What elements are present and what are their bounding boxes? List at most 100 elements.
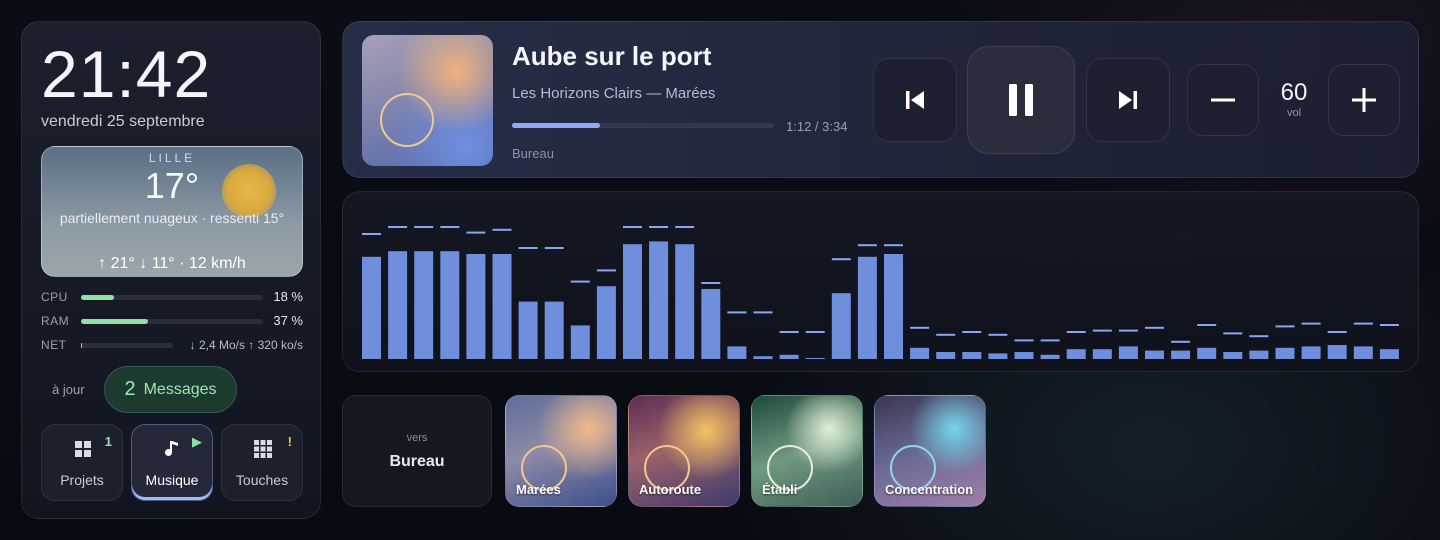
spectrum-bar xyxy=(1145,350,1164,359)
messages-label: Messages xyxy=(143,380,217,398)
spectrum-peak xyxy=(701,282,721,284)
app-label: Musique xyxy=(145,472,199,488)
cpu-value: 18 % xyxy=(273,289,303,304)
weather-city: LILLE xyxy=(148,151,196,165)
spectrum-bar xyxy=(988,353,1008,359)
volume-down-button[interactable] xyxy=(1187,64,1259,136)
spectrum-bar xyxy=(1040,354,1060,359)
spectrum-peak xyxy=(1066,331,1086,333)
minus-icon xyxy=(1211,98,1235,102)
spectrum-peak xyxy=(1014,339,1034,342)
spectrum-peak xyxy=(1379,324,1399,326)
sync-status: à jour xyxy=(52,382,85,397)
destination-name: Bureau xyxy=(389,453,445,470)
volume-up-button[interactable] xyxy=(1328,64,1400,136)
now-playing-panel: Aube sur le port Les Horizons Clairs — M… xyxy=(342,21,1419,178)
spectrum-peak xyxy=(518,247,538,249)
app-tile-projets[interactable]: 1 Projets xyxy=(41,424,123,501)
progress-bar[interactable] xyxy=(512,123,774,128)
skip-next-icon xyxy=(1119,91,1137,109)
spectrum-peak xyxy=(779,331,799,333)
app-label: Projets xyxy=(60,472,104,488)
spectrum-bar xyxy=(675,244,695,359)
previous-button[interactable] xyxy=(873,58,957,142)
spectrum-bar xyxy=(1223,352,1243,359)
app-badge: 1 xyxy=(104,434,112,449)
spectrum-peak xyxy=(362,233,381,235)
spectrum-peak xyxy=(1092,329,1112,332)
spectrum-peak xyxy=(570,280,590,283)
spectrum-bar xyxy=(831,293,851,359)
spectrum-peak xyxy=(1223,332,1243,335)
ram-meter-fill xyxy=(81,319,149,324)
pause-button[interactable] xyxy=(967,46,1075,154)
spectrum-peak xyxy=(727,311,747,314)
spectrum-peak xyxy=(440,226,460,228)
scene-marees[interactable]: Marées xyxy=(505,395,617,507)
app-badge: ! xyxy=(287,434,292,449)
spectrum-peak xyxy=(414,226,434,228)
app-tile-musique[interactable]: ▶ Musique xyxy=(131,424,213,501)
spectrum-bar xyxy=(910,347,930,359)
plus-icon xyxy=(1352,88,1376,112)
cpu-meter-fill xyxy=(81,295,114,300)
date-label: vendredi 25 septembre xyxy=(41,113,205,130)
ram-meter xyxy=(81,319,263,324)
clock: 21:42 xyxy=(41,37,212,111)
spectrum-bar xyxy=(1118,346,1138,359)
scene-etabli[interactable]: Établi xyxy=(751,395,863,507)
spectrum-peak xyxy=(1197,324,1217,326)
net-meter-fill xyxy=(81,343,82,348)
spectrum-bar xyxy=(1197,347,1217,359)
spectrum-bar xyxy=(518,301,538,359)
output-room: Bureau xyxy=(512,146,554,161)
spectrum-peak xyxy=(910,326,930,329)
next-button[interactable] xyxy=(1086,58,1170,142)
spectrum-peak xyxy=(466,231,486,234)
spectrum-peak xyxy=(1171,340,1191,343)
spectrum-bar xyxy=(1353,346,1373,359)
spectrum-bar xyxy=(1014,352,1034,359)
spectrum-bar xyxy=(570,325,590,359)
app-label: Touches xyxy=(235,472,289,488)
spectrum-peak xyxy=(988,333,1008,336)
spectrum-peak xyxy=(1249,335,1269,338)
cpu-label: CPU xyxy=(41,290,68,304)
album-cover xyxy=(362,35,493,166)
keypad-icon xyxy=(254,440,272,458)
spectrum-peak xyxy=(1145,326,1164,329)
spectrum-bar xyxy=(1379,349,1399,359)
spectrum-bar xyxy=(727,346,747,359)
app-tile-touches[interactable]: ! Touches xyxy=(221,424,303,501)
weather-minmax-wind: ↑ 21° ↓ 11° · 12 km/h xyxy=(98,255,246,272)
spectrum-bar xyxy=(596,286,616,359)
messages-count: 2 xyxy=(124,378,136,400)
weather-temperature: 17° xyxy=(144,165,200,206)
spectrum-peak xyxy=(1275,325,1295,328)
scene-autoroute[interactable]: Autoroute xyxy=(628,395,740,507)
audio-visualizer xyxy=(342,191,1419,372)
ram-value: 37 % xyxy=(273,313,303,328)
destination-card[interactable]: vers Bureau xyxy=(342,395,492,507)
spectrum-peak xyxy=(544,247,564,249)
spectrum-bar xyxy=(362,256,381,359)
spectrum-bar xyxy=(492,254,512,359)
track-time: 1:12 / 3:34 xyxy=(786,119,848,134)
ram-label: RAM xyxy=(41,314,70,328)
cpu-stat: CPU 18 % xyxy=(41,289,303,306)
progress-fill xyxy=(512,123,601,128)
spectrum-bar xyxy=(936,352,956,359)
track-artist: Les Horizons Clairs — Marées xyxy=(512,85,716,102)
weather-card[interactable]: LILLE 17° partiellement nuageux · ressen… xyxy=(41,146,303,277)
spectrum-peak xyxy=(1040,339,1060,342)
spectrum-bar xyxy=(1066,349,1086,359)
spectrum-bar xyxy=(1301,346,1321,359)
messages-button[interactable]: 2 Messages xyxy=(104,366,237,413)
spectrum-bar xyxy=(1327,345,1347,359)
spectrum-peak xyxy=(857,244,877,247)
spectrum-peak xyxy=(884,244,903,247)
scene-concentration[interactable]: Concentration xyxy=(874,395,986,507)
spectrum-bar xyxy=(1092,349,1112,359)
spectrum-peak xyxy=(492,228,512,231)
cpu-meter xyxy=(81,295,263,300)
